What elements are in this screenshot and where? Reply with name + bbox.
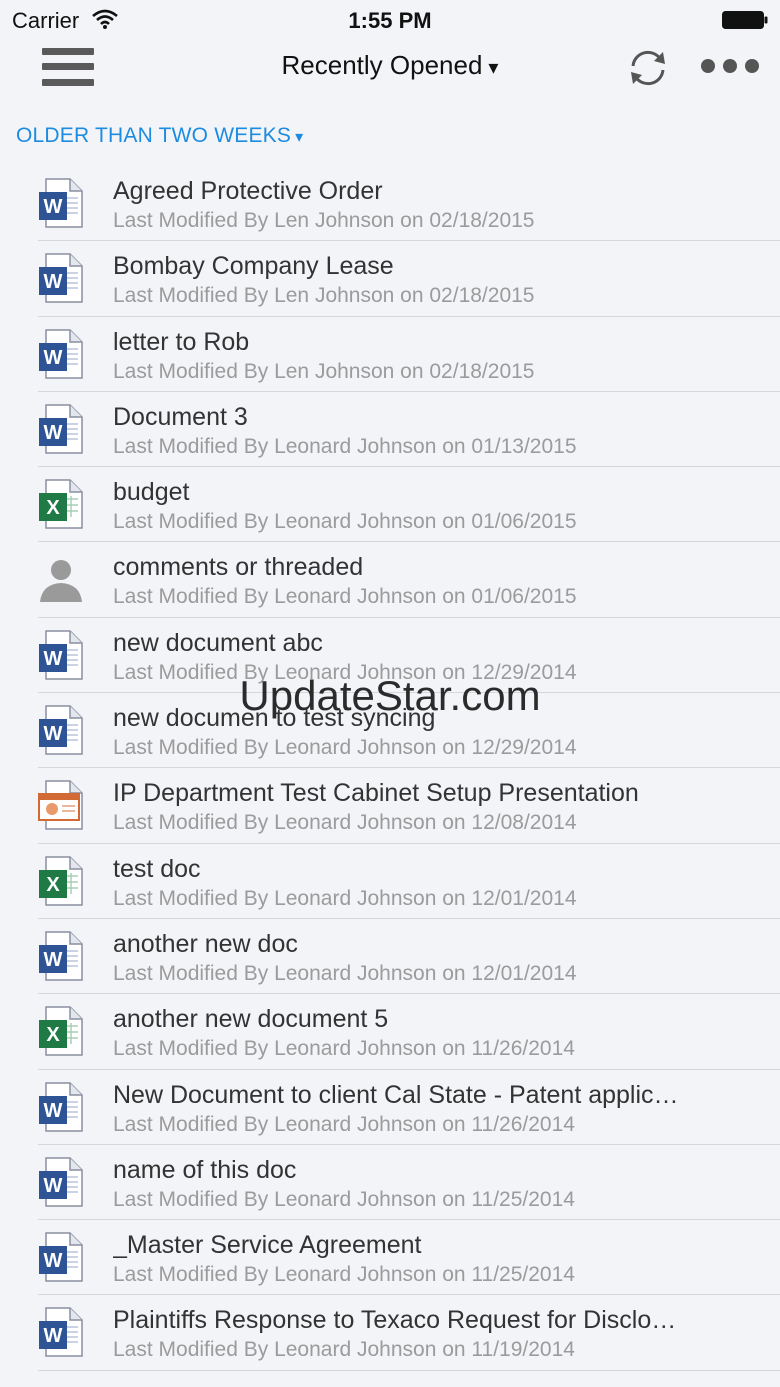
svg-text:X: X bbox=[46, 497, 60, 519]
svg-text:W: W bbox=[44, 422, 63, 444]
excel-doc-icon: X bbox=[38, 479, 84, 529]
section-label: OLDER THAN TWO WEEKS bbox=[16, 124, 292, 147]
document-title: letter to Rob bbox=[113, 327, 250, 356]
svg-text:W: W bbox=[44, 949, 63, 971]
document-row[interactable]: IP Department Test Cabinet Setup Present… bbox=[0, 768, 780, 844]
word-doc-icon: W bbox=[38, 1307, 84, 1358]
word-doc-icon: W bbox=[38, 253, 84, 304]
svg-text:W: W bbox=[44, 196, 63, 218]
status-time: 1:55 PM bbox=[348, 8, 432, 33]
document-modified-info: Last Modified By Leonard Johnson on 01/1… bbox=[113, 434, 577, 458]
document-row[interactable]: Xtest doc Last Modified By Leonard Johnso… bbox=[0, 844, 780, 919]
document-row[interactable]: Wletter to Rob Last Modified By Len Johns… bbox=[0, 317, 780, 392]
word-doc-icon: W bbox=[38, 328, 84, 379]
document-title: Bombay Company Lease bbox=[113, 252, 394, 281]
refresh-icon[interactable] bbox=[624, 44, 672, 92]
document-modified-info: Last Modified By Leonard Johnson on 12/0… bbox=[113, 886, 577, 910]
word-doc-icon: W bbox=[38, 178, 84, 228]
document-modified-info: Last Modified By Leonard Johnson on 12/0… bbox=[113, 961, 577, 985]
document-row[interactable]: W Bombay Company Lease Last Modified By Le… bbox=[0, 241, 780, 317]
document-modified-info: Last Modified By Leonard Johnson on 12/0… bbox=[113, 811, 577, 835]
document-row[interactable]: W Document 3 Last Modified By Leonard John… bbox=[0, 392, 780, 468]
word-doc-icon: W bbox=[38, 1081, 84, 1132]
document-title: budget bbox=[113, 478, 190, 507]
document-title: another new doc bbox=[113, 929, 298, 958]
excel-doc-icon: X bbox=[38, 1006, 84, 1057]
document-modified-info: Last Modified By Leonard Johnson on 01/0… bbox=[113, 585, 577, 609]
document-row[interactable]: W Agreed Protective Order Last Modified By… bbox=[0, 166, 780, 242]
document-list: W Agreed Protective Order Last Modified By… bbox=[0, 166, 780, 1371]
person-icon bbox=[38, 554, 84, 604]
svg-text:W: W bbox=[44, 347, 63, 369]
word-doc-icon: W bbox=[38, 705, 84, 755]
document-row[interactable]: Xanother new document 5 Last Modified By … bbox=[0, 994, 780, 1070]
svg-text:W: W bbox=[44, 1325, 63, 1347]
document-row[interactable]: W Plaintiffs Response to Texaco Request f… bbox=[0, 1295, 780, 1371]
document-title: another new document 5 bbox=[113, 1005, 389, 1034]
document-title: Plaintiffs Response to Texaco Request fo… bbox=[113, 1306, 677, 1335]
document-modified-info: Last Modified By Leonard Johnson on 11/2… bbox=[113, 1263, 575, 1287]
section-filter-older-than-two-weeks[interactable]: OLDER THAN TWO WEEKS ▾ bbox=[16, 124, 303, 148]
document-row[interactable]: W New Document to client Cal State - Pate… bbox=[0, 1070, 780, 1145]
document-modified-info: Last Modified By Leonard Johnson on 11/2… bbox=[113, 1112, 575, 1136]
word-doc-icon: W bbox=[38, 931, 84, 981]
svg-text:X: X bbox=[46, 1024, 60, 1046]
word-doc-icon: W bbox=[38, 1232, 84, 1282]
document-row[interactable]: comments or threaded Last Modified By Leo… bbox=[0, 542, 780, 618]
svg-text:X: X bbox=[46, 874, 60, 896]
document-title: test doc bbox=[113, 854, 201, 883]
document-modified-info: Last Modified By Len Johnson on 02/18/20… bbox=[113, 209, 535, 232]
document-row[interactable]: Wname of this doc Last Modified By Leonar… bbox=[0, 1145, 780, 1221]
hamburger-menu-icon[interactable] bbox=[42, 48, 94, 86]
document-modified-info: Last Modified By Leonard Johnson on 11/1… bbox=[113, 1338, 575, 1362]
document-title: Agreed Protective Order bbox=[113, 177, 383, 205]
document-row[interactable]: Xbudget Last Modified By Leonard Johnson … bbox=[0, 467, 780, 543]
document-modified-info: Last Modified By Leonard Johnson on 11/2… bbox=[113, 1037, 575, 1061]
chevron-down-icon: ▾ bbox=[488, 57, 499, 79]
svg-text:W: W bbox=[44, 723, 63, 745]
svg-text:W: W bbox=[44, 648, 63, 670]
page-title: Recently Opened bbox=[281, 50, 483, 80]
row-divider bbox=[38, 1369, 780, 1371]
document-modified-info: Last Modified By Leonard Johnson on 12/2… bbox=[113, 660, 577, 684]
status-bar: Carrier 1:55 PM bbox=[0, 0, 780, 40]
document-title: _Master Service Agreement bbox=[113, 1231, 422, 1260]
word-doc-icon: W bbox=[38, 404, 84, 454]
svg-text:W: W bbox=[44, 271, 63, 293]
document-modified-info: Last Modified By Len Johnson on 02/18/20… bbox=[113, 284, 535, 308]
document-row[interactable]: W _Master Service Agreement Last Modified … bbox=[0, 1220, 780, 1296]
chevron-down-icon: ▾ bbox=[295, 129, 304, 146]
document-modified-info: Last Modified By Len Johnson on 02/18/20… bbox=[113, 359, 535, 383]
svg-text:W: W bbox=[44, 1100, 63, 1122]
svg-text:W: W bbox=[44, 1175, 63, 1197]
document-modified-info: Last Modified By Leonard Johnson on 01/0… bbox=[113, 510, 577, 534]
document-modified-info: Last Modified By Leonard Johnson on 12/2… bbox=[113, 736, 577, 760]
document-title: new documen to test syncing bbox=[113, 704, 436, 733]
svg-text:W: W bbox=[44, 1250, 63, 1272]
powerpoint-doc-icon bbox=[38, 780, 84, 831]
document-title: Document 3 bbox=[113, 402, 248, 431]
document-title: IP Department Test Cabinet Setup Present… bbox=[113, 779, 639, 808]
document-title: new document abc bbox=[113, 628, 323, 657]
document-title: New Document to client Cal State - Paten… bbox=[113, 1080, 679, 1109]
excel-doc-icon: X bbox=[38, 855, 84, 906]
document-row[interactable]: Wnew documen to test syncing Last Modifie… bbox=[0, 693, 780, 769]
document-row[interactable]: Wanother new doc Last Modified By Leonard… bbox=[0, 919, 780, 995]
more-options-icon[interactable] bbox=[700, 58, 760, 74]
battery-icon bbox=[722, 11, 768, 29]
view-selector-dropdown[interactable]: Recently Opened ▾ bbox=[282, 50, 499, 80]
word-doc-icon: W bbox=[38, 1157, 84, 1207]
document-modified-info: Last Modified By Leonard Johnson on 11/2… bbox=[113, 1187, 575, 1211]
document-title: name of this doc bbox=[113, 1155, 297, 1184]
word-doc-icon: W bbox=[38, 630, 84, 680]
document-title: comments or threaded bbox=[113, 553, 364, 582]
navigation-bar: Recently Opened ▾ bbox=[0, 40, 780, 96]
document-row[interactable]: Wnew document abc Last Modified By Leonar… bbox=[0, 618, 780, 694]
